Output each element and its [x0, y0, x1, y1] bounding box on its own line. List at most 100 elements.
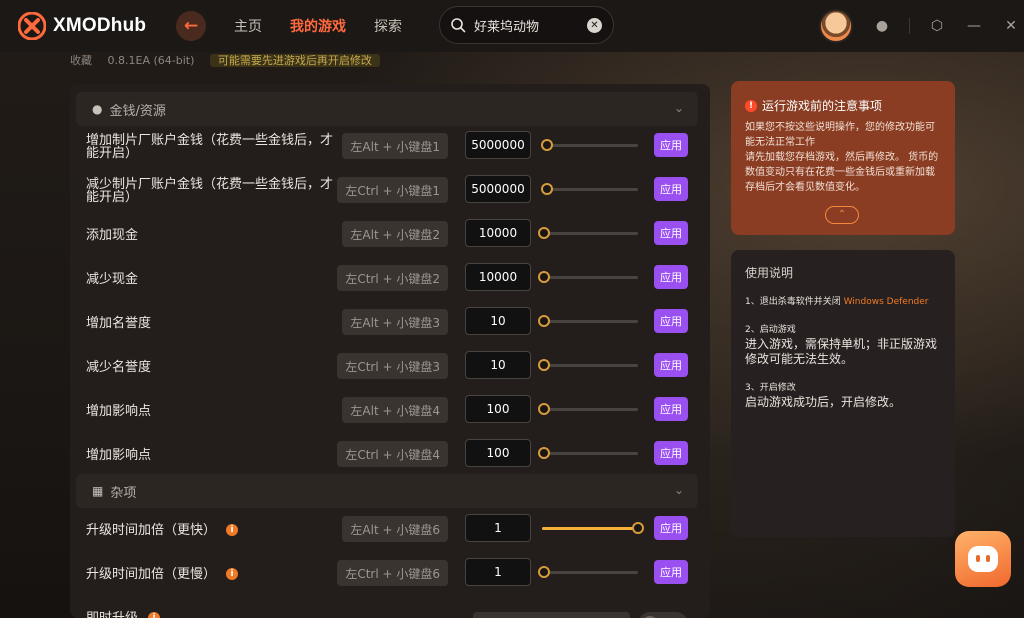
- mod-label: 增加名誉度: [86, 301, 341, 345]
- section-misc[interactable]: ▦ 杂项 ⌄: [76, 474, 698, 508]
- slider-handle[interactable]: [537, 227, 550, 239]
- slider-handle[interactable]: [537, 566, 550, 578]
- section-money-resources[interactable]: ● 金钱/资源 ⌄: [76, 92, 698, 126]
- hotkey-badge[interactable]: 左Alt + 小键盘3: [342, 309, 448, 335]
- info-icon[interactable]: i: [148, 612, 161, 618]
- mod-label-text: 升级时间加倍（更快）: [86, 522, 217, 538]
- chevron-down-icon[interactable]: ⌄: [674, 483, 684, 497]
- avatar[interactable]: [819, 9, 853, 43]
- version-label: 0.8.1EA (64-bit): [107, 54, 195, 67]
- value-slider[interactable]: [542, 522, 644, 534]
- value-slider[interactable]: [540, 183, 638, 195]
- mod-label-text: 减少名誉度: [86, 359, 152, 375]
- mod-label: 添加现金: [86, 213, 341, 257]
- step-head: 1、退出杀毒软件并关闭: [745, 297, 841, 307]
- apply-button[interactable]: 应用: [654, 221, 688, 245]
- mod-label-text: 减少制片厂账户金钱（花费一些金钱后，才能开启）: [86, 177, 334, 205]
- value-input[interactable]: 10000: [465, 219, 531, 247]
- bot-eye: [986, 555, 990, 562]
- search-value[interactable]: 好莱坞动物: [474, 16, 587, 35]
- mod-label: 升级时间加倍（更快） i: [86, 508, 341, 552]
- value-input[interactable]: 5000000: [465, 131, 531, 159]
- slider-handle[interactable]: [537, 315, 550, 327]
- hotkey-badge[interactable]: 左Ctrl + 小键盘1: [337, 177, 448, 203]
- nav-item-explore[interactable]: 探索: [374, 16, 402, 36]
- value-slider[interactable]: [537, 227, 638, 239]
- value-slider[interactable]: [537, 315, 638, 327]
- bell-icon[interactable]: ●: [872, 16, 892, 36]
- apply-button[interactable]: 应用: [654, 133, 688, 157]
- value-input[interactable]: 100: [465, 439, 531, 467]
- slider-handle[interactable]: [537, 403, 550, 415]
- hotkey-badge[interactable]: 左Ctrl + 小键盘6: [337, 560, 448, 586]
- mod-label: 增加制片厂账户金钱（花费一些金钱后，才能开启）: [86, 125, 341, 169]
- settings-icon[interactable]: ⬡: [927, 16, 947, 36]
- slider-handle[interactable]: [537, 447, 550, 459]
- value-slider[interactable]: [537, 359, 638, 371]
- hotkey-badge[interactable]: 左Ctrl + 小键盘2: [337, 265, 448, 291]
- chevron-down-icon[interactable]: ⌄: [674, 101, 684, 115]
- apply-button[interactable]: 应用: [654, 353, 688, 377]
- hotkey-badge[interactable]: 左Alt + 小键盘4: [342, 397, 448, 423]
- xmod-logo-icon: [18, 12, 46, 40]
- value-input[interactable]: 5000000: [465, 175, 531, 203]
- close-icon[interactable]: ✕: [1001, 16, 1021, 36]
- hotkey-badge[interactable]: 左Ctrl + 小键盘4: [337, 441, 448, 467]
- toggle-switch[interactable]: [638, 612, 688, 618]
- mod-row: 升级时间加倍（更快） i 左Alt + 小键盘6 1 应用: [70, 508, 710, 552]
- instructions-card: 使用说明 1、退出杀毒软件并关闭 Windows Defender 2、启动游戏…: [731, 250, 955, 537]
- nav-item-home[interactable]: 主页: [234, 16, 262, 36]
- slider-handle[interactable]: [540, 183, 553, 195]
- value-slider[interactable]: [540, 139, 638, 151]
- apply-button[interactable]: 应用: [654, 441, 688, 465]
- assistant-bot-button[interactable]: [955, 531, 1011, 587]
- apply-button[interactable]: 应用: [654, 397, 688, 421]
- slider-handle[interactable]: [537, 359, 550, 371]
- apply-button[interactable]: 应用: [654, 516, 688, 540]
- value-input[interactable]: 10: [465, 307, 531, 335]
- step-2: 2、启动游戏 进入游戏，需保持单机；非正版游戏修改可能无法生效。: [745, 323, 941, 367]
- mod-row: 增加影响点 左Ctrl + 小键盘4 100 应用: [70, 433, 710, 477]
- mod-row: 增加影响点 左Alt + 小键盘4 100 应用: [70, 389, 710, 433]
- value-input[interactable]: 100: [465, 395, 531, 423]
- hotkey-badge[interactable]: 左Alt + 小键盘2: [342, 221, 448, 247]
- mod-label-text: 减少现金: [86, 271, 139, 287]
- hotkey-badge[interactable]: 左Alt + 左Ctrl + 小键盘6: [473, 612, 630, 618]
- slider-handle[interactable]: [632, 522, 644, 534]
- collapse-button[interactable]: ⌃: [825, 206, 859, 224]
- minimize-icon[interactable]: —: [964, 16, 984, 36]
- main-nav: 主页 我的游戏 探索: [234, 0, 430, 52]
- apply-button[interactable]: 应用: [654, 265, 688, 289]
- value-input[interactable]: 1: [465, 558, 531, 586]
- arrow-left-icon: ←: [183, 16, 199, 36]
- hotkey-badge[interactable]: 左Alt + 小键盘1: [342, 133, 448, 159]
- search-input[interactable]: 好莱坞动物 ✕: [439, 6, 614, 44]
- slider-handle[interactable]: [540, 139, 553, 151]
- hint-badge: 可能需要先进游戏后再开启修改: [209, 54, 380, 67]
- value-input[interactable]: 10: [465, 351, 531, 379]
- logo[interactable]: XMODhub: [18, 12, 146, 40]
- value-input[interactable]: 1: [465, 514, 531, 542]
- mod-label: 减少制片厂账户金钱（花费一些金钱后，才能开启）: [86, 169, 341, 213]
- mod-label-text: 增加制片厂账户金钱（花费一些金钱后，才能开启）: [86, 133, 334, 161]
- hotkey-badge[interactable]: 左Ctrl + 小键盘3: [337, 353, 448, 379]
- divider: [909, 18, 910, 34]
- apply-button[interactable]: 应用: [654, 309, 688, 333]
- info-icon[interactable]: i: [226, 524, 239, 536]
- info-icon[interactable]: i: [226, 568, 239, 580]
- clear-search-icon[interactable]: ✕: [587, 17, 602, 33]
- mod-label-text: 升级时间加倍（更慢）: [86, 566, 217, 582]
- value-slider[interactable]: [537, 447, 638, 459]
- slider-handle[interactable]: [537, 271, 550, 283]
- value-slider[interactable]: [537, 271, 638, 283]
- notice-body-2: 请先加载您存档游戏，然后再修改。 货币的数值变动只有在花费一些金钱后或重新加载存…: [745, 152, 939, 193]
- favorite-label[interactable]: 收藏: [70, 54, 92, 67]
- value-slider[interactable]: [537, 566, 638, 578]
- back-button[interactable]: ←: [176, 11, 206, 41]
- nav-item-my-games[interactable]: 我的游戏: [290, 16, 346, 36]
- value-input[interactable]: 10000: [465, 263, 531, 291]
- apply-button[interactable]: 应用: [654, 177, 688, 201]
- apply-button[interactable]: 应用: [654, 560, 688, 584]
- value-slider[interactable]: [537, 403, 638, 415]
- hotkey-badge[interactable]: 左Alt + 小键盘6: [342, 516, 448, 542]
